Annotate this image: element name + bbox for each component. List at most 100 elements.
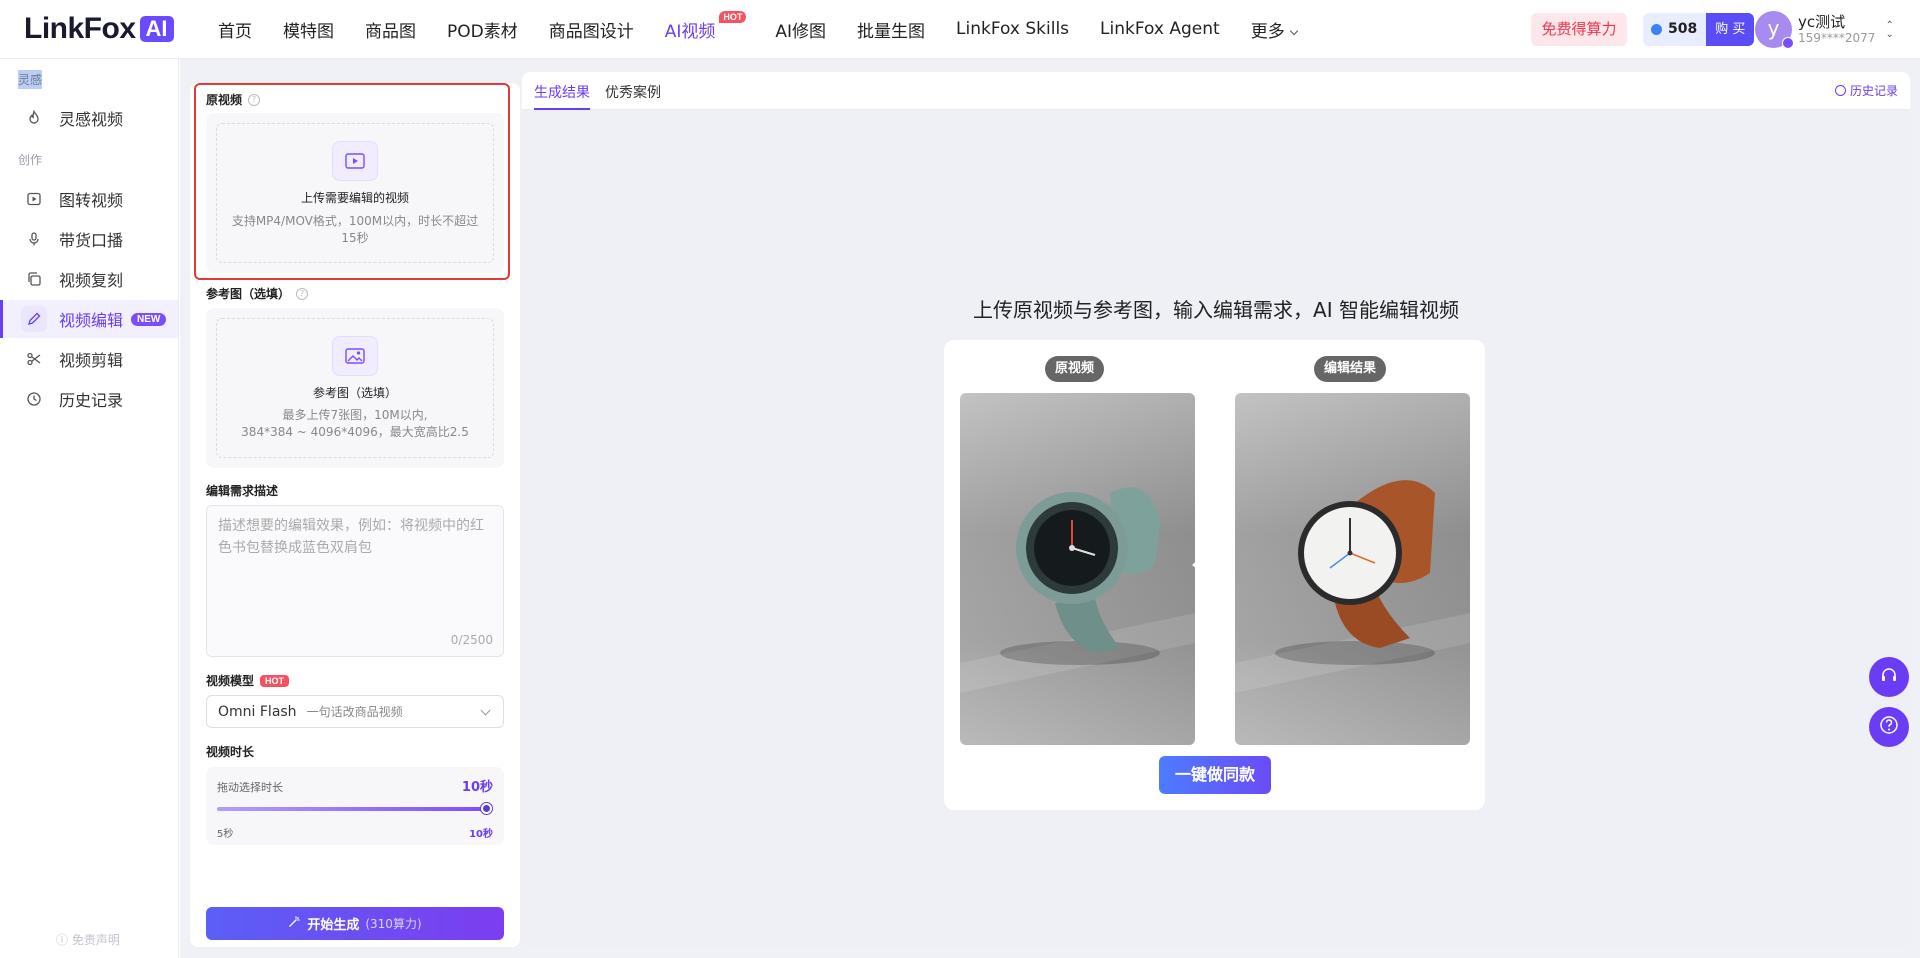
upload-desc-line2: 384*384 ~ 4096*4096，最大宽高比2.5 xyxy=(241,425,469,439)
model-desc: 一句话改商品视频 xyxy=(306,705,403,719)
nav-more-label: 更多 xyxy=(1250,21,1285,42)
help-button[interactable] xyxy=(1869,707,1909,747)
nav-batch[interactable]: 批量生图 xyxy=(857,17,925,42)
sidebar-item-video-cut[interactable]: 视频剪辑 xyxy=(0,340,178,378)
user-phone: 159****2077 xyxy=(1798,30,1876,45)
sidebar-item-label: 历史记录 xyxy=(59,391,124,410)
model-value: Omni Flash xyxy=(218,703,297,720)
before-video-thumbnail[interactable] xyxy=(960,393,1195,745)
clock-icon xyxy=(1834,85,1846,96)
help-icon[interactable]: ? xyxy=(296,287,309,300)
user-menu[interactable]: y yc测试 159****2077 ⌃ ⌄ xyxy=(1755,11,1894,49)
user-info: yc测试 159****2077 xyxy=(1798,12,1876,46)
chevron-down-icon xyxy=(480,705,491,716)
sidebar-item-live-selling[interactable]: 带货口播 xyxy=(0,220,178,258)
sidebar-item-label: 视频复刻 xyxy=(59,271,124,290)
disclaimer-link[interactable]: ⓘ 免责声明 xyxy=(56,931,120,948)
sort-updown-icon: ⌃ ⌄ xyxy=(1885,19,1894,40)
main-nav: 首页 模特图 商品图 POD素材 商品图设计 AI视频 HOT AI修图 批量生图… xyxy=(218,0,1328,58)
flame-icon xyxy=(26,110,42,126)
result-headline: 上传原视频与参考图，输入编辑需求，AI 智能编辑视频 xyxy=(973,298,1459,322)
model-select[interactable]: Omni Flash 一句话改商品视频 xyxy=(206,695,504,728)
description-label: 编辑需求描述 xyxy=(206,484,279,498)
play-square-icon xyxy=(26,191,42,207)
history-link[interactable]: 历史记录 xyxy=(1834,82,1898,99)
pencil-icon xyxy=(21,306,47,332)
nav-skills[interactable]: LinkFox Skills xyxy=(956,19,1069,39)
after-label: 编辑结果 xyxy=(1314,356,1387,382)
nav-agent[interactable]: LinkFox Agent xyxy=(1100,19,1220,39)
support-button[interactable] xyxy=(1869,657,1909,697)
nav-ai-video[interactable]: AI视频 HOT xyxy=(665,10,747,42)
nav-ai-retouch[interactable]: AI修图 xyxy=(775,17,826,42)
sidebar-item-image-to-video[interactable]: 图转视频 xyxy=(0,180,178,218)
section-create: 创作 xyxy=(18,153,43,167)
before-label: 原视频 xyxy=(1045,356,1105,382)
sidebar-item-label: 图转视频 xyxy=(59,191,124,210)
duration-value: 10秒 xyxy=(461,780,493,795)
reference-image-upload[interactable]: 参考图（选填） 最多上传7张图，10M以内, 384*384 ~ 4096*40… xyxy=(206,308,504,468)
char-count: 0/2500 xyxy=(450,633,493,647)
duration-min: 5秒 xyxy=(217,829,234,840)
sidebar-item-video-replicate[interactable]: 视频复刻 xyxy=(0,260,178,298)
image-upload-icon xyxy=(332,336,378,376)
duration-slider[interactable] xyxy=(217,803,492,814)
nav-model-image[interactable]: 模特图 xyxy=(283,17,334,42)
duration-label: 视频时长 xyxy=(206,745,255,759)
logo-ai-badge: AI xyxy=(139,16,174,42)
disclaimer-label: 免责声明 xyxy=(71,933,120,947)
credits-count: 508 xyxy=(1643,13,1707,46)
slider-thumb[interactable] xyxy=(481,803,492,814)
reference-image-label: 参考图（选填）? xyxy=(206,285,309,302)
example-card: 原视频 编辑结果 xyxy=(944,340,1485,810)
make-same-button[interactable]: 一键做同款 xyxy=(1159,756,1271,794)
sidebar-item-label: 视频编辑 xyxy=(59,311,124,330)
buy-button[interactable]: 购 买 xyxy=(1706,13,1755,46)
upload-title: 参考图（选填） xyxy=(312,386,397,400)
question-icon xyxy=(1879,715,1899,739)
chevron-down-icon xyxy=(1289,26,1298,35)
tab-results[interactable]: 生成结果 xyxy=(534,82,590,110)
upload-desc-line1: 最多上传7张图，10M以内, xyxy=(282,408,428,422)
description-textarea[interactable]: 描述想要的编辑效果，例如：将视频中的红色书包替换成蓝色双肩包 0/2500 xyxy=(206,505,504,657)
nav-product-image[interactable]: 商品图 xyxy=(365,17,416,42)
clock-icon xyxy=(26,391,42,407)
nav-home[interactable]: 首页 xyxy=(218,17,252,42)
slider-fill xyxy=(217,807,486,811)
new-badge: NEW xyxy=(131,312,167,326)
history-link-label: 历史记录 xyxy=(1849,84,1898,98)
duration-max: 10秒 xyxy=(469,829,493,840)
hot-badge: HOT xyxy=(260,674,290,687)
sidebar-item-inspiration-video[interactable]: 灵感视频 xyxy=(0,99,178,137)
avatar-initial: y xyxy=(1767,16,1780,40)
tab-showcase[interactable]: 优秀案例 xyxy=(605,82,661,102)
generate-cost: (310算力) xyxy=(365,917,422,931)
user-name: yc测试 xyxy=(1798,12,1846,31)
scissors-icon xyxy=(26,351,42,367)
logo[interactable]: LinkFox AI xyxy=(24,12,174,45)
credit-icon xyxy=(1651,24,1662,35)
nav-pod[interactable]: POD素材 xyxy=(447,17,518,42)
generate-button[interactable]: 开始生成 (310算力) xyxy=(206,907,504,940)
duration-slider-panel: 拖动选择时长 10秒 5秒 10秒 xyxy=(206,767,504,845)
wand-icon xyxy=(288,915,301,932)
sidebar-item-label: 视频剪辑 xyxy=(59,351,124,370)
avatar: y xyxy=(1755,11,1794,49)
after-video-thumbnail[interactable] xyxy=(1235,393,1470,745)
hot-badge: HOT xyxy=(719,10,747,23)
headset-icon xyxy=(1880,666,1898,688)
credits-widget: 508 购 买 xyxy=(1643,13,1755,46)
reference-image-label-text: 参考图（选填） xyxy=(206,287,291,301)
nav-more[interactable]: 更多 xyxy=(1250,17,1298,42)
microphone-icon xyxy=(26,231,42,247)
sidebar: 灵感 灵感视频 创作 图转视频 带货口播 视频复刻 视频编辑 NEW 视频剪辑 … xyxy=(0,59,179,958)
free-credits-button[interactable]: 免费得算力 xyxy=(1531,13,1627,46)
nav-product-design[interactable]: 商品图设计 xyxy=(549,17,634,42)
sidebar-item-video-edit[interactable]: 视频编辑 NEW xyxy=(0,300,178,338)
model-label-text: 视频模型 xyxy=(206,674,255,688)
copy-icon xyxy=(26,271,42,287)
logo-text: LinkFox xyxy=(24,12,136,45)
vip-icon xyxy=(1782,37,1794,49)
sidebar-item-history[interactable]: 历史记录 xyxy=(0,380,178,418)
credits-value: 508 xyxy=(1668,21,1698,37)
